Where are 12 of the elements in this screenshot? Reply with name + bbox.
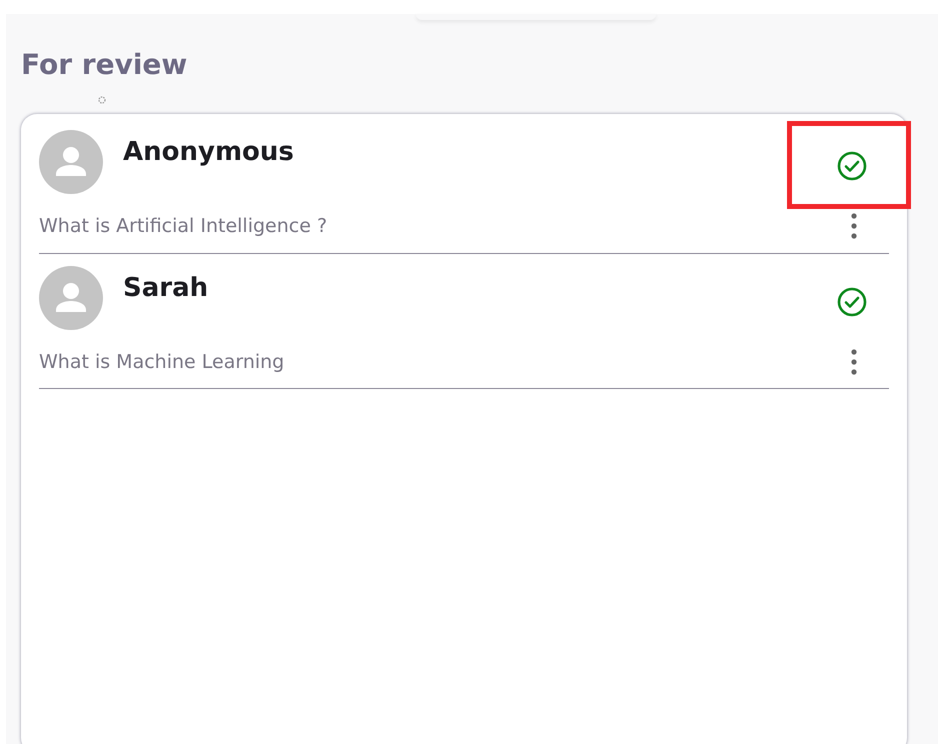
check-circle-icon[interactable]: [836, 286, 868, 318]
loading-icon: [98, 96, 106, 104]
section-title: For review: [21, 48, 188, 82]
more-options-icon[interactable]: [851, 348, 857, 376]
check-circle-icon[interactable]: [836, 150, 868, 182]
question-text[interactable]: What is Artificial Intelligence ?: [39, 212, 328, 240]
avatar-icon: [39, 266, 103, 330]
question-text[interactable]: What is Machine Learning: [39, 348, 284, 376]
avatar-icon: [39, 130, 103, 194]
user-name: Anonymous: [123, 136, 294, 169]
more-options-icon[interactable]: [851, 212, 857, 240]
user-name: Sarah: [123, 272, 208, 304]
